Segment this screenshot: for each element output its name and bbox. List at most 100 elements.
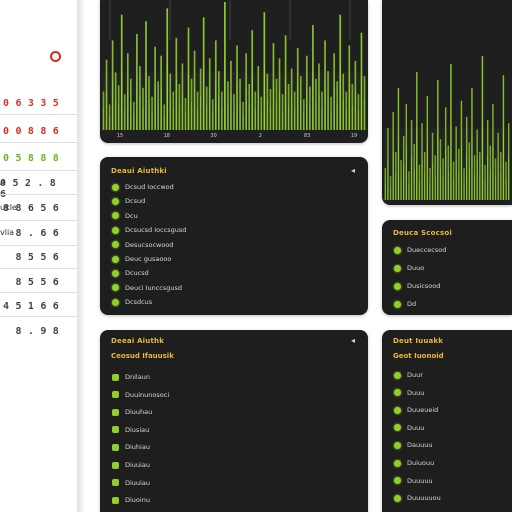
list-item-label: Diuuiau <box>125 478 150 487</box>
list-panel-bottom-right: Deut Iuuakk Geot Iuonoid Duur Duuu Duueuei… <box>382 330 512 512</box>
list-item[interactable]: Diuuiau <box>112 478 150 488</box>
list-item[interactable]: Duuinunosoci <box>112 390 169 400</box>
list-item-label: Duueueid <box>407 406 439 415</box>
list-item[interactable]: Diuhiau <box>112 442 150 452</box>
list-item-label: Duur <box>407 371 423 379</box>
x-tick-label: 30 <box>210 133 216 139</box>
list-item-label: Dueccecsod <box>407 246 447 254</box>
stat-value: 8 5 5 6 <box>15 252 59 263</box>
panel-menu-icon[interactable]: ◂ <box>351 166 355 175</box>
x-tick-label: 15 <box>117 133 123 139</box>
list-item[interactable]: Dcsud <box>112 196 145 206</box>
status-dot-icon <box>112 443 119 451</box>
list-item-label: Diuoinu <box>125 496 150 505</box>
list-item[interactable]: Deuci Iunccsgusd <box>112 283 182 293</box>
status-dot-icon <box>112 284 119 292</box>
status-dot-icon <box>394 477 401 485</box>
status-dot-icon <box>112 461 119 469</box>
status-dot-icon <box>112 391 119 399</box>
stat-value: 0 0 8 8 6 <box>3 126 59 137</box>
list-item[interactable]: Dcsdcus <box>112 297 152 307</box>
status-dot-icon <box>112 212 119 220</box>
list-item-label: Diuuiau <box>125 461 150 469</box>
status-dot-icon <box>394 459 401 467</box>
activity-chart-panel: 15 18 30 2 83 19 <box>100 0 368 143</box>
list-item[interactable]: Dcsucsd Ioccsgusd <box>112 225 186 235</box>
list-panel-mid-right: Deuca Scocsoi Dueccecsod Duuo Dusicsood Dd <box>382 220 512 315</box>
x-tick-label: 19 <box>351 133 357 139</box>
status-dot-icon <box>112 373 119 381</box>
list-item[interactable]: Duueueid <box>394 405 438 415</box>
list-panel-top-left: Deaui Aiuthki ◂ Dcsud Ioccwod Dcsud Dcu Dcs… <box>100 157 368 315</box>
list-item-label: Duuu <box>407 423 425 432</box>
list-item[interactable]: Duuuuu <box>394 476 433 486</box>
status-dot-icon <box>112 269 119 277</box>
stat-value: 8 . 6 6 <box>15 228 59 239</box>
list-item-label: Duuinunosoci <box>125 390 170 399</box>
list-item-label: Duiuouu <box>407 459 435 467</box>
list-item-label: Duuu <box>407 388 425 397</box>
panel-title: Deut Iuuakk <box>393 337 444 345</box>
list-item-label: Dd <box>407 300 417 308</box>
list-item[interactable]: Duur <box>394 370 423 380</box>
panel-title: Deeai Aiuthk <box>111 337 165 345</box>
list-item[interactable]: Deuc gusaooo <box>112 254 171 264</box>
list-item-label: Duuo <box>407 264 425 272</box>
list-item-label: Diuhiau <box>125 443 150 452</box>
stat-value: 0 6 3 3 5 <box>3 98 59 109</box>
list-item-label: Dnilaun <box>125 373 150 381</box>
stat-value: 4 5 1 6 6 <box>3 301 59 312</box>
status-dot-icon <box>394 300 401 308</box>
list-item[interactable]: Dd <box>394 299 416 309</box>
stat-tag: vlia <box>0 228 15 237</box>
list-item[interactable]: Diuoinu <box>112 495 150 505</box>
panel-title: Deaui Aiuthki <box>111 167 167 175</box>
activity-chart: 15 18 30 2 83 19 <box>102 0 366 139</box>
alert-icon <box>50 51 61 62</box>
list-item[interactable]: Dauuuu <box>394 440 432 450</box>
list-item-label: Dcu <box>125 211 138 220</box>
list-item[interactable]: Dusicsood <box>394 281 440 291</box>
x-tick-label: 18 <box>164 133 170 139</box>
list-item[interactable]: Duuo <box>394 263 424 273</box>
status-dot-icon <box>112 479 119 487</box>
secondary-chart <box>384 56 510 200</box>
list-item-label: Deuci Iunccsgusd <box>125 283 183 292</box>
status-dot-icon <box>112 241 119 249</box>
stat-value: 8 5 5 6 <box>15 277 59 288</box>
list-item-label: Dusicsood <box>407 282 441 290</box>
list-item-label: Diuuhau <box>125 408 153 417</box>
status-dot-icon <box>394 406 401 414</box>
list-item[interactable]: Duuu <box>394 388 424 398</box>
list-item-label: Deuc gusaooo <box>125 255 172 263</box>
list-item[interactable]: Duuuuuou <box>394 493 441 503</box>
status-dot-icon <box>394 282 401 290</box>
list-item-label: Diusiau <box>125 425 150 434</box>
list-item[interactable]: Dueccecsod <box>394 245 446 255</box>
list-item[interactable]: Dcucsd <box>112 268 149 278</box>
stat-value: 0 5 2 . 8 6 <box>0 178 56 200</box>
status-dot-icon <box>112 496 119 504</box>
list-item-label: Dauuuu <box>407 441 433 450</box>
status-dot-icon <box>394 246 401 254</box>
list-item-label: Dcsud Ioccwod <box>125 183 174 191</box>
panel-subtitle: Ceosud Ifauusik <box>111 352 174 360</box>
list-panel-bottom-left: Deeai Aiuthk Ceosud Ifauusik ◂ Dnilaun Du… <box>100 330 368 512</box>
list-item[interactable]: Diusiau <box>112 425 149 435</box>
list-item[interactable]: Duiuouu <box>394 458 434 468</box>
panel-subtitle: Geot Iuonoid <box>393 352 444 360</box>
list-item[interactable]: Dcu <box>112 211 138 221</box>
list-item[interactable]: Diuuhau <box>112 407 152 417</box>
status-dot-icon <box>394 424 401 432</box>
panel-menu-icon[interactable]: ◂ <box>351 336 355 345</box>
list-item-label: Dcsucsd Ioccsgusd <box>125 226 187 235</box>
list-item[interactable]: Dcsud Ioccwod <box>112 182 174 192</box>
status-dot-icon <box>112 408 119 416</box>
status-dot-icon <box>394 441 401 449</box>
list-item[interactable]: Desucsocwood <box>112 240 173 250</box>
list-item-label: Duuuuuou <box>407 494 441 503</box>
list-item[interactable]: Diuuiau <box>112 460 150 470</box>
list-item[interactable]: Duuu <box>394 423 424 433</box>
x-tick-label: 2 <box>259 133 262 139</box>
list-item[interactable]: Dnilaun <box>112 372 150 382</box>
